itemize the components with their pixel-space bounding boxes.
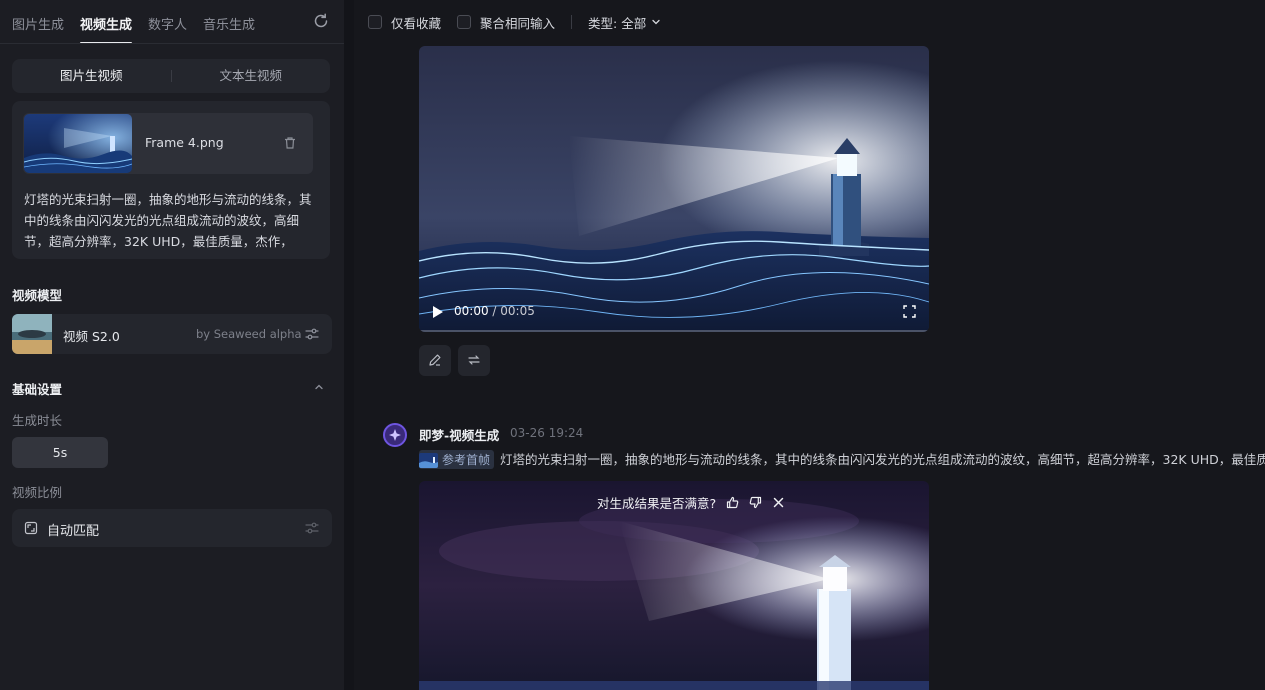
ratio-selector[interactable]: 自动匹配: [12, 509, 332, 547]
chevron-up-icon[interactable]: [313, 381, 325, 393]
model-selector[interactable]: 视频 S2.0 by Seaweed alpha: [12, 314, 332, 354]
tabs-divider: [0, 43, 344, 44]
regenerate-button[interactable]: [458, 345, 490, 376]
prompt-textarea[interactable]: 灯塔的光束扫射一圈，抽象的地形与流动的线条，其中的线条由闪闪发光的光点组成流动的…: [24, 189, 320, 252]
type-select-label: 类型: 全部: [588, 15, 647, 31]
generation-timestamp: 03-26 19:24: [510, 426, 584, 440]
video-frame-lighthouse-night: [419, 481, 929, 690]
uploaded-image-chip[interactable]: Frame 4.png: [23, 113, 313, 174]
main-feed: 仅看收藏 聚合相同输入 类型: 全部 00:00 / 00:05 即梦-视频生成…: [354, 0, 1265, 690]
tab-image-generation[interactable]: 图片生成: [12, 8, 64, 44]
prompt-card: Frame 4.png 灯塔的光束扫射一圈，抽象的地形与流动的线条，其中的线条由…: [12, 101, 330, 259]
favorites-checkbox[interactable]: [368, 15, 382, 29]
merge-filter-label[interactable]: 聚合相同输入: [480, 13, 555, 32]
reference-frame-chip[interactable]: 参考首帧: [419, 450, 495, 469]
regenerate-icon: [468, 355, 480, 365]
video-player[interactable]: 00:00 / 00:05: [419, 46, 929, 332]
generation-tabs: 图片生成 视频生成 数字人 音乐生成: [12, 8, 255, 44]
refresh-icon[interactable]: [312, 12, 330, 30]
aspect-ratio-icon: [24, 521, 38, 535]
generation-prompt-text: 灯塔的光束扫射一圈，抽象的地形与流动的线条，其中的线条由闪闪发光的光点组成流动的…: [500, 452, 1265, 467]
avatar: [383, 423, 407, 447]
model-section-title: 视频模型: [12, 288, 63, 303]
ratio-label: 视频比例: [12, 485, 63, 500]
ratio-sliders-icon[interactable]: [304, 520, 320, 536]
video-result-2[interactable]: 对生成结果是否满意?: [419, 481, 929, 690]
feedback-prompt: 对生成结果是否满意?: [597, 495, 717, 511]
edit-icon: [429, 354, 441, 366]
duration-label: 生成时长: [12, 413, 63, 428]
trash-icon[interactable]: [283, 136, 297, 150]
model-sliders-icon[interactable]: [304, 326, 320, 342]
video-controls: 00:00 / 00:05: [419, 292, 929, 332]
type-select[interactable]: 类型: 全部: [588, 13, 661, 32]
uploaded-image-thumbnail: [24, 114, 132, 173]
model-name: 视频 S2.0: [63, 329, 120, 344]
duration-option-5s[interactable]: 5s: [12, 437, 108, 468]
close-icon[interactable]: [772, 496, 785, 509]
basic-settings-title: 基础设置: [12, 382, 63, 397]
generation-author: 即梦-视频生成: [419, 428, 500, 443]
reference-frame-thumbnail: [419, 453, 438, 468]
thumbs-up-icon[interactable]: [726, 496, 739, 509]
play-icon[interactable]: [433, 306, 443, 318]
feedback-bar: 对生成结果是否满意?: [597, 493, 785, 511]
video-frame-lighthouse: [419, 46, 929, 332]
merge-checkbox[interactable]: [457, 15, 472, 29]
favorites-filter-label[interactable]: 仅看收藏: [391, 13, 441, 32]
tab-music-generation[interactable]: 音乐生成: [203, 8, 255, 44]
generation-prompt-row: 参考首帧 灯塔的光束扫射一圈，抽象的地形与流动的线条，其中的线条由闪闪发光的光点…: [419, 450, 1265, 469]
video-time: 00:00 / 00:05: [454, 304, 535, 318]
model-thumbnail: [12, 314, 52, 354]
filter-bar: 仅看收藏 聚合相同输入 类型: 全部: [368, 12, 661, 32]
mode-text-to-video[interactable]: 文本生视频: [172, 59, 331, 93]
uploaded-file-name: Frame 4.png: [145, 135, 224, 150]
reference-frame-label: 参考首帧: [442, 453, 491, 467]
video-progress-bar[interactable]: [419, 330, 929, 332]
mode-switch: 图片生视频 文本生视频: [12, 59, 330, 93]
fullscreen-icon[interactable]: [903, 305, 916, 318]
current-time: 00:00: [454, 304, 489, 318]
filter-divider: [571, 15, 573, 29]
thumbs-down-icon[interactable]: [749, 496, 762, 509]
ratio-value: 自动匹配: [47, 524, 100, 539]
tab-video-generation[interactable]: 视频生成: [80, 8, 133, 44]
video-duration: 00:05: [500, 304, 535, 318]
mode-image-to-video[interactable]: 图片生视频: [12, 59, 171, 93]
tab-digital-human[interactable]: 数字人: [148, 8, 187, 44]
model-provider: by Seaweed alpha: [196, 327, 302, 341]
sidebar: 图片生成 视频生成 数字人 音乐生成 图片生视频 文本生视频 Frame 4.p…: [0, 0, 344, 690]
time-separator: /: [488, 304, 501, 318]
edit-button[interactable]: [419, 345, 451, 376]
chevron-down-icon: [652, 19, 660, 25]
sidebar-resize-divider[interactable]: [344, 0, 354, 690]
